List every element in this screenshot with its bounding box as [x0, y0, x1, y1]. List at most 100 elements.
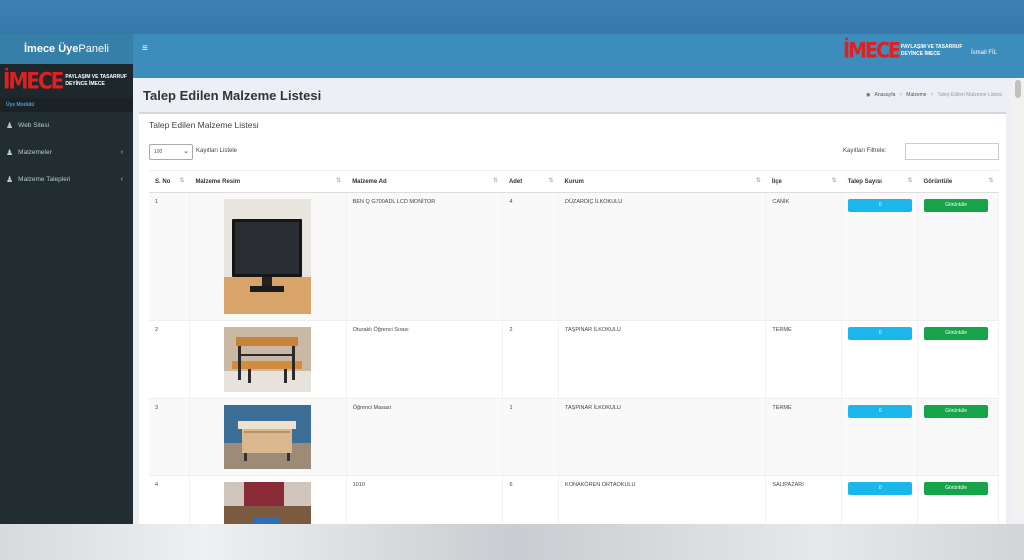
student-bench-image[interactable]: [224, 327, 312, 392]
district-name: TERME: [765, 398, 843, 476]
school-name: KONAKÖREN ORTAOKULU: [558, 475, 767, 524]
sort-icon: ⇅: [988, 178, 994, 184]
sidebar-item-label: Web Sitesi: [18, 122, 50, 129]
page-length-select[interactable]: 100 ⌄: [149, 144, 193, 160]
material-image-cell: [189, 475, 347, 524]
column-header-qty[interactable]: Adet ⇅: [502, 170, 559, 193]
monitor-image[interactable]: [224, 199, 312, 314]
column-header-name[interactable]: Malzeme Ad ⇅: [346, 170, 503, 193]
material-qty: 4: [502, 192, 560, 321]
material-name: 1010: [346, 475, 504, 524]
box-title: Talep Edilen Malzeme Listesi: [149, 120, 259, 130]
page-title: Talep Edilen Malzeme Listesi: [143, 88, 322, 103]
material-qty: 1: [502, 398, 560, 476]
main-content: Talep Edilen Malzeme Listesi ◉ Anasayfa …: [133, 78, 1012, 524]
chevron-left-icon: ‹: [120, 176, 123, 183]
sidebar-item-label: Malzeme Talepleri: [18, 176, 71, 183]
material-list-box: Talep Edilen Malzeme Listesi 100 ⌄ Kayıt…: [139, 112, 1006, 524]
vertical-scrollbar[interactable]: [1012, 78, 1024, 524]
chevron-left-icon: ‹: [120, 149, 123, 156]
sort-icon: ⇅: [755, 178, 761, 184]
menu-toggle-icon[interactable]: ≡: [142, 43, 148, 54]
column-header-requests[interactable]: Talep Sayısı ⇅: [841, 170, 918, 193]
material-table: S. No ⇅ Malzeme Resim ⇅ Malzeme Ad ⇅ Adet ⇅ …: [149, 170, 999, 524]
sort-icon: ⇅: [907, 178, 913, 184]
brand-title[interactable]: İmece Üye Paneli: [0, 34, 133, 64]
material-name: Öğrenci Masası: [346, 398, 504, 476]
logo-slogan: PAYLAŞIM VE TASARRUF DEYİNCE İMECE: [65, 74, 127, 87]
chevron-down-icon: ⌄: [183, 148, 189, 155]
view-button[interactable]: Görüntüle: [924, 482, 989, 495]
breadcrumb-malzeme[interactable]: Malzeme: [906, 92, 926, 98]
navbar-logo: İMECE PAYLAŞIM VE TASARRUF DEYİNCE İMECE: [843, 39, 963, 63]
imece-logo-mark: İMECE: [3, 67, 64, 95]
district-name: TERME: [765, 320, 843, 399]
school-name: TAŞPINAR İLKOKULU: [558, 398, 767, 476]
brand-bold: İmece Üye: [23, 43, 79, 55]
filter-input[interactable]: [905, 143, 999, 160]
sidebar: İmece Üye Paneli İMECE PAYLAŞIM VE TASARR…: [0, 34, 133, 524]
row-number: 4: [149, 475, 190, 524]
page-length-label: Kayıtları Listele: [196, 148, 238, 154]
breadcrumb-home[interactable]: Anasayfa: [875, 92, 896, 98]
school-name: TAŞPINAR İLKOKULU: [558, 320, 767, 399]
district-name: SALIPAZARI: [765, 475, 843, 524]
school-name: DÜZARDIÇ İLKOKULU: [558, 192, 767, 321]
table-row: 1 BEN Q G700ADL LCD MONİTOR 4 DÜZARDIÇ İ…: [149, 192, 999, 321]
material-image-cell: [189, 320, 347, 399]
material-image-cell: [189, 192, 347, 321]
sidebar-logo: İMECE PAYLAŞIM VE TASARRUF DEYİNCE İMECE: [0, 64, 133, 98]
request-count-badge[interactable]: 0: [848, 327, 913, 340]
material-qty: 6: [502, 475, 560, 524]
table-chair-image[interactable]: [224, 482, 312, 524]
table-header-row: S. No ⇅ Malzeme Resim ⇅ Malzeme Ad ⇅ Adet ⇅ …: [149, 170, 999, 193]
request-count-badge[interactable]: 0: [848, 199, 913, 212]
table-row: 4 1010 6 KONAKÖREN ORTAOKULU SALIPAZARI …: [149, 475, 999, 524]
top-navbar: ≡ İMECE PAYLAŞIM VE TASARRUF DEYİNCE İME…: [133, 34, 1024, 78]
sidebar-item-malzeme-talepleri[interactable]: ♟ Malzeme Talepleri ‹: [0, 166, 133, 193]
users-icon: ♟: [6, 175, 14, 184]
column-header-view[interactable]: Görüntüle ⇅: [917, 170, 999, 193]
student-desk-image[interactable]: [224, 405, 312, 469]
logo-slogan: PAYLAŞIM VE TASARRUF DEYİNCE İMECE: [900, 44, 963, 57]
filter-label: Kayıtları Filtrele:: [843, 148, 887, 154]
sidebar-item-label: Malzemeler: [18, 149, 52, 156]
table-row: 3 Öğrenci Masası 1 TAŞPINAR İLKOKULU TER…: [149, 398, 999, 476]
users-icon: ♟: [6, 121, 14, 130]
column-header-school[interactable]: Kurum ⇅: [558, 170, 766, 193]
browser-bottom-bar: [0, 524, 1024, 560]
breadcrumb-current: Talep Edilen Malzeme Listesi: [937, 92, 1002, 98]
sidebar-item-web-sitesi[interactable]: ♟ Web Sitesi: [0, 112, 133, 139]
dashboard-icon: ◉: [866, 92, 871, 98]
sort-icon: ⇅: [336, 178, 342, 184]
row-number: 1: [149, 192, 190, 321]
material-name: Oturaklı Öğrenci Sırası: [346, 320, 504, 399]
column-header-no[interactable]: S. No ⇅: [149, 170, 190, 193]
column-header-image[interactable]: Malzeme Resim ⇅: [189, 170, 347, 193]
sidebar-item-malzemeler[interactable]: ♟ Malzemeler ‹: [0, 139, 133, 166]
row-number: 3: [149, 398, 190, 476]
district-name: CANİK: [765, 192, 843, 321]
view-button[interactable]: Görüntüle: [924, 327, 989, 340]
breadcrumb: ◉ Anasayfa > Malzeme > Talep Edilen Malz…: [866, 92, 1002, 98]
scrollbar-thumb[interactable]: [1015, 80, 1021, 98]
view-button[interactable]: Görüntüle: [924, 405, 989, 418]
sort-icon: ⇅: [831, 178, 837, 184]
column-header-district[interactable]: İlçe ⇅: [765, 170, 842, 193]
browser-top-bar: [0, 0, 1024, 34]
sort-icon: ⇅: [492, 178, 498, 184]
request-count-badge[interactable]: 0: [848, 405, 913, 418]
table-row: 2 Oturaklı Öğrenci Sırası 2 TAŞPINAR İLK…: [149, 320, 999, 399]
users-icon: ♟: [6, 148, 14, 157]
material-qty: 2: [502, 320, 560, 399]
sidebar-section-header: Üye Modülü: [0, 98, 133, 112]
view-button[interactable]: Görüntüle: [924, 199, 989, 212]
request-count-badge[interactable]: 0: [848, 482, 913, 495]
sort-icon: ⇅: [548, 178, 554, 184]
sort-icon: ⇅: [179, 178, 185, 184]
material-image-cell: [189, 398, 347, 476]
row-number: 2: [149, 320, 190, 399]
brand-light: Paneli: [78, 43, 109, 55]
user-menu[interactable]: İsmail FİL: [971, 50, 997, 56]
material-name: BEN Q G700ADL LCD MONİTOR: [346, 192, 504, 321]
